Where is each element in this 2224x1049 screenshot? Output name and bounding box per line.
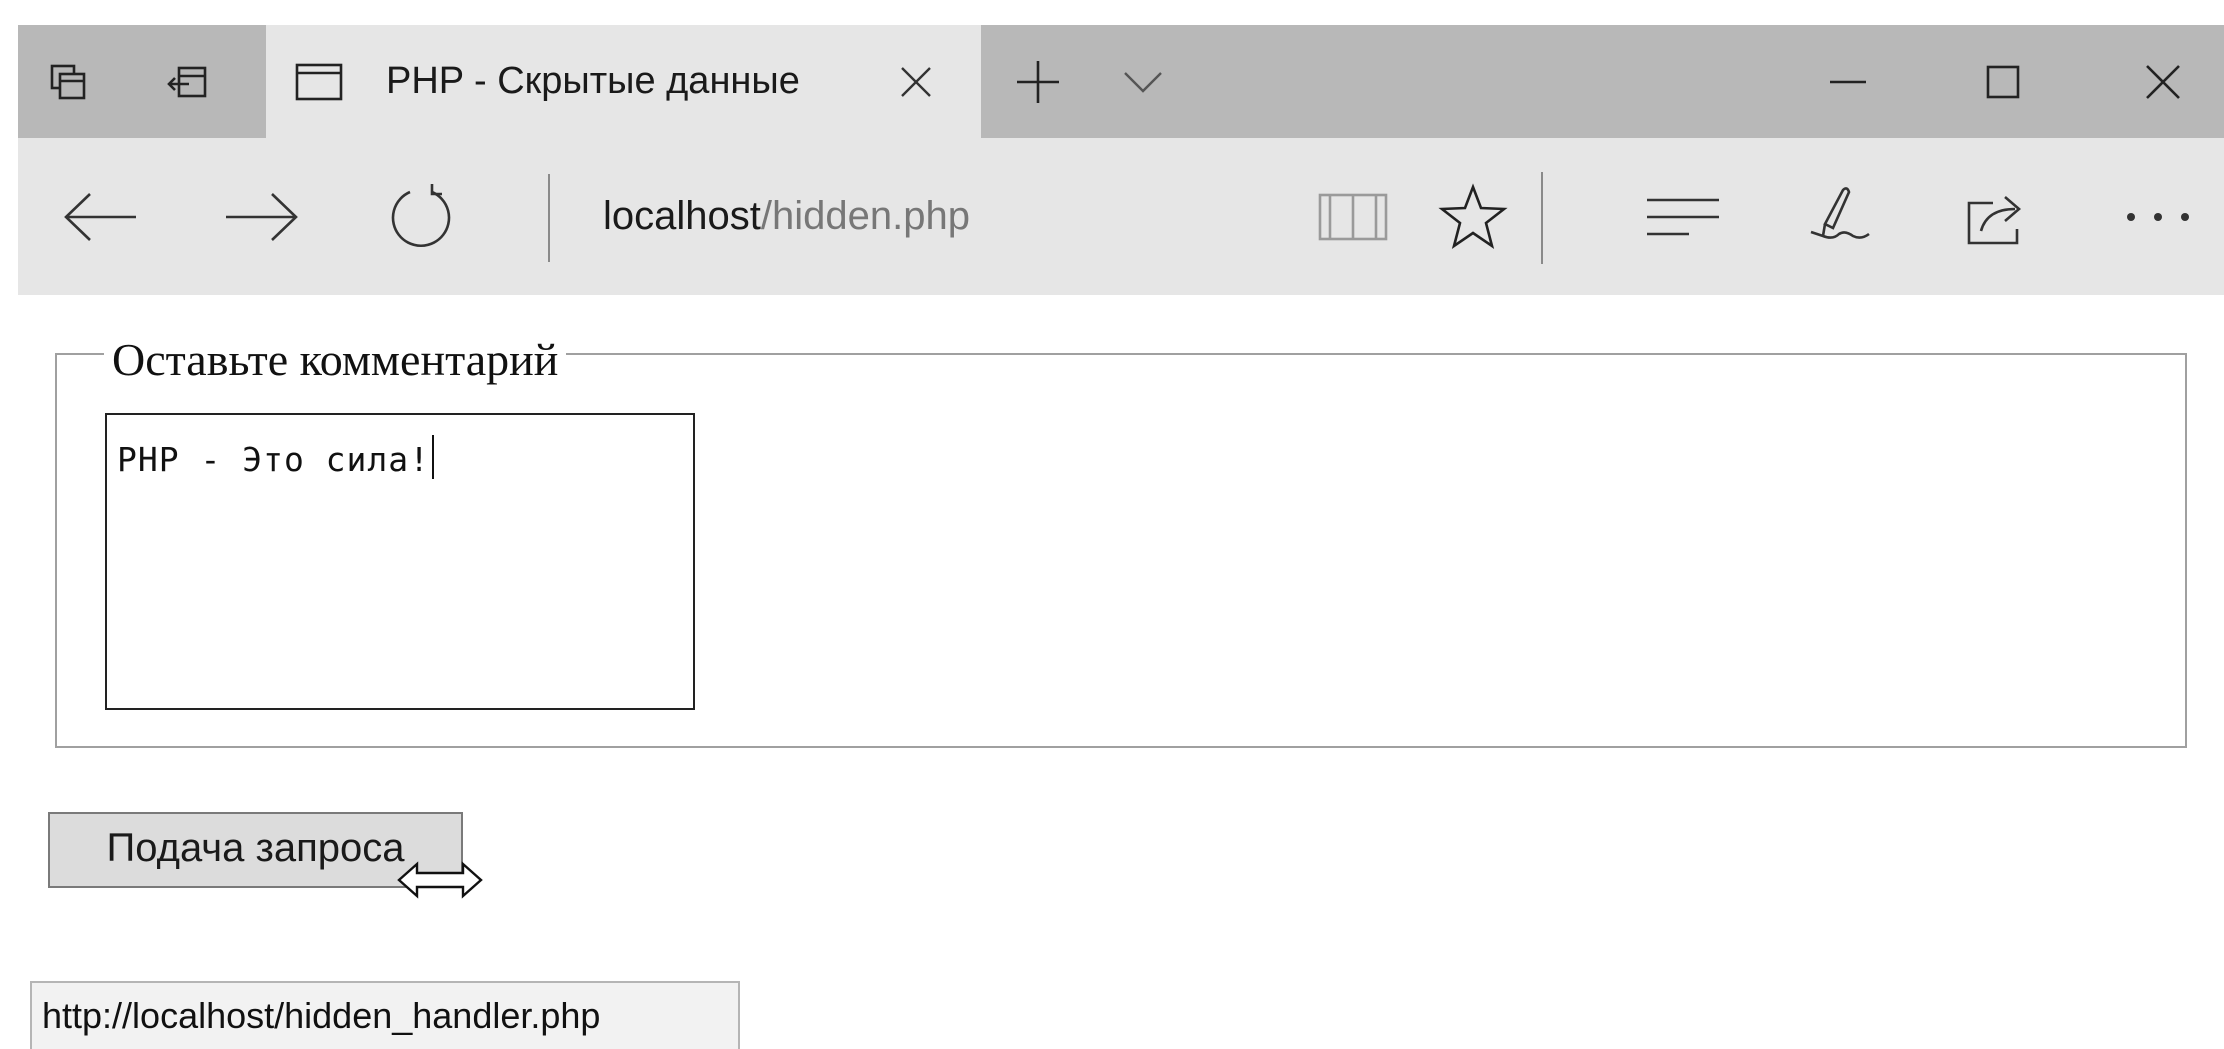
text-caret bbox=[432, 435, 435, 479]
refresh-icon[interactable] bbox=[376, 138, 466, 295]
status-bar-url: http://localhost/hidden_handler.php bbox=[30, 981, 740, 1049]
close-window-icon[interactable] bbox=[2123, 25, 2203, 138]
browser-window: PHP - Скрытые данные localhost /hidden.p… bbox=[0, 0, 2224, 1049]
reading-view-icon[interactable] bbox=[1308, 138, 1398, 295]
tab-active[interactable]: PHP - Скрытые данные bbox=[266, 25, 981, 138]
back-arrow-icon[interactable] bbox=[56, 138, 146, 295]
page-icon bbox=[294, 25, 344, 138]
tab-preview-icon[interactable] bbox=[36, 25, 100, 138]
minimize-icon[interactable] bbox=[1808, 25, 1888, 138]
fieldset-legend: Оставьте комментарий bbox=[104, 332, 567, 388]
comment-textarea[interactable]: PHP - Это сила! bbox=[105, 413, 695, 710]
address-path: /hidden.php bbox=[760, 194, 970, 238]
address-divider bbox=[548, 174, 550, 262]
share-icon[interactable] bbox=[1953, 138, 2043, 295]
more-icon[interactable] bbox=[2108, 138, 2208, 295]
resize-cursor-icon bbox=[395, 858, 485, 907]
forward-arrow-icon[interactable] bbox=[216, 138, 306, 295]
favorite-star-icon[interactable] bbox=[1428, 138, 1518, 295]
hub-icon[interactable] bbox=[1638, 138, 1728, 295]
web-note-icon[interactable] bbox=[1793, 138, 1883, 295]
maximize-icon[interactable] bbox=[1963, 25, 2043, 138]
address-bar[interactable]: localhost/hidden.php bbox=[603, 138, 970, 295]
chevron-down-icon[interactable] bbox=[1108, 25, 1178, 138]
title-bar: PHP - Скрытые данные bbox=[18, 25, 2224, 138]
tab-title: PHP - Скрытые данные bbox=[386, 60, 800, 102]
address-host: localhost bbox=[603, 194, 761, 238]
tab-close-icon[interactable] bbox=[881, 25, 951, 138]
new-tab-icon[interactable] bbox=[998, 25, 1078, 138]
set-aside-tabs-icon[interactable] bbox=[156, 25, 220, 138]
navigation-bar: localhost/hidden.php bbox=[18, 138, 2224, 295]
toolbar-divider bbox=[1541, 172, 1543, 264]
comment-text: PHP - Это сила! bbox=[117, 440, 431, 479]
